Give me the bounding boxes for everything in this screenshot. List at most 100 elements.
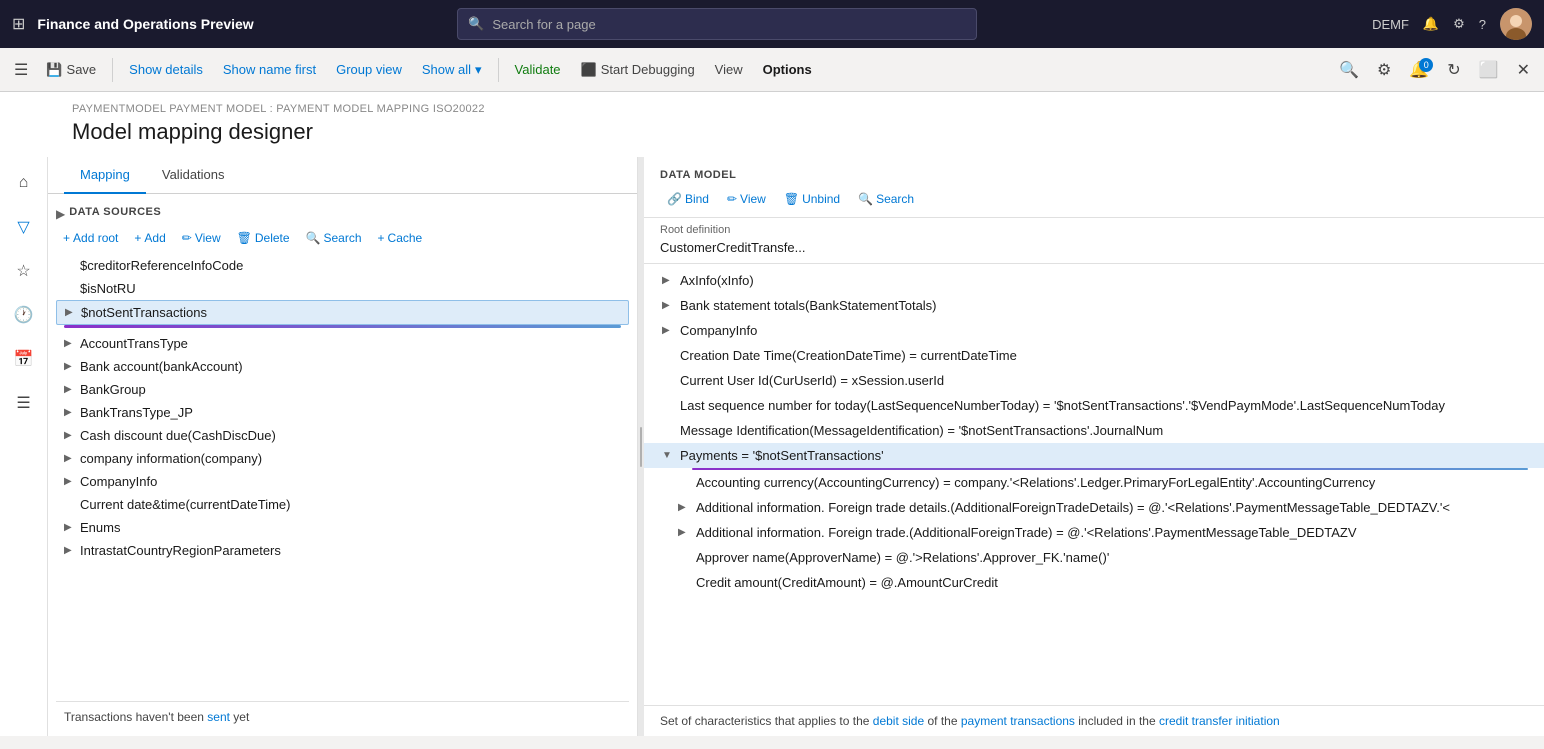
- tree-item-creditor[interactable]: $creditorReferenceInfoCode: [56, 254, 629, 277]
- breadcrumb-text: PAYMENTMODEL PAYMENT MODEL : PAYMENT MOD…: [72, 103, 485, 115]
- currentdatetime-text: Current date&time(currentDateTime): [80, 497, 621, 512]
- options-button[interactable]: Options: [755, 58, 820, 81]
- cache-button-ds[interactable]: + Cache: [371, 228, 430, 248]
- list-icon-btn[interactable]: ☰: [6, 385, 42, 421]
- view-label-dm: View: [740, 192, 766, 206]
- user-avatar[interactable]: [1500, 8, 1532, 40]
- ds-actions-bar: + Add root + Add ✏ View 🗑 Delete 🔍 S: [56, 226, 629, 254]
- debug-icon: ⬛: [581, 62, 597, 78]
- tab-validations[interactable]: Validations: [146, 157, 241, 194]
- show-name-first-button[interactable]: Show name first: [215, 58, 324, 81]
- clock-icon-btn[interactable]: 🕐: [6, 297, 42, 333]
- tree-item-notsent[interactable]: ▶ $notSentTransactions: [56, 300, 629, 325]
- show-all-button[interactable]: Show all ▾: [414, 58, 490, 82]
- group-view-button[interactable]: Group view: [328, 58, 410, 81]
- dm-actions-bar: 🔗 Bind ✏ View 🗑 Unbind 🔍 Search: [644, 185, 1544, 218]
- tree-item-bankgroup[interactable]: ▶ BankGroup: [56, 378, 629, 401]
- dm-item-creationdatetime[interactable]: Creation Date Time(CreationDateTime) = c…: [644, 343, 1544, 368]
- tabs-container: Mapping Validations: [48, 157, 637, 194]
- search-button[interactable]: 🔍: [1333, 56, 1365, 84]
- bell-icon[interactable]: 🔔: [1423, 16, 1439, 32]
- dm-item-payments[interactable]: ▼ Payments = '$notSentTransactions': [644, 443, 1544, 468]
- dm-section-title: DATA MODEL: [644, 157, 1544, 185]
- tab-mapping[interactable]: Mapping: [64, 157, 146, 194]
- dm-item-accountingcurrency[interactable]: Accounting currency(AccountingCurrency) …: [644, 470, 1544, 495]
- star-icon-btn[interactable]: ☆: [6, 253, 42, 289]
- lastseqnum-no-chevron: [662, 400, 676, 411]
- dm-item-creditamount[interactable]: Credit amount(CreditAmount) = @.AmountCu…: [644, 570, 1544, 595]
- payments-chevron: ▼: [662, 450, 676, 461]
- gear-icon[interactable]: ⚙: [1453, 16, 1465, 32]
- tree-item-isnotru[interactable]: $isNotRU: [56, 277, 629, 300]
- show-all-chevron: ▾: [475, 62, 482, 78]
- search-button-dm[interactable]: 🔍 Search: [851, 189, 921, 209]
- settings-icon-btn[interactable]: ⚙: [1371, 56, 1397, 84]
- notifications-icon-btn[interactable]: 🔔0: [1403, 56, 1435, 84]
- app-grid-icon[interactable]: ⊞: [12, 14, 25, 34]
- tree-item-banktranstype[interactable]: ▶ BankTransType_JP: [56, 401, 629, 424]
- toolbar: ☰ 💾 Save Show details Show name first Gr…: [0, 48, 1544, 92]
- view-button[interactable]: View: [707, 58, 751, 81]
- left-panel: Mapping Validations ▶ DATA SOURCES + Add…: [48, 157, 638, 736]
- tree-item-companyinfo2[interactable]: ▶ company information(company): [56, 447, 629, 470]
- show-details-button[interactable]: Show details: [121, 58, 211, 81]
- cache-label-ds: Cache: [388, 231, 423, 245]
- dm-status-text: Set of characteristics that applies to t…: [660, 714, 1280, 728]
- dm-item-axinfo[interactable]: ▶ AxInfo(xInfo): [644, 268, 1544, 293]
- delete-button-ds[interactable]: 🗑 Delete: [230, 228, 297, 248]
- tree-item-enums[interactable]: ▶ Enums: [56, 516, 629, 539]
- add-button[interactable]: + Add: [127, 228, 172, 248]
- divider-handle: [640, 427, 642, 467]
- tree-item-bankaccount[interactable]: ▶ Bank account(bankAccount): [56, 355, 629, 378]
- cache-icon-ds: +: [378, 231, 385, 245]
- calendar-icon-btn[interactable]: 📅: [6, 341, 42, 377]
- tree-item-currentdatetime[interactable]: Current date&time(currentDateTime): [56, 493, 629, 516]
- view-button-ds[interactable]: ✏ View: [175, 228, 228, 248]
- creditor-no-chevron: [64, 260, 80, 271]
- start-debugging-button[interactable]: ⬛ Start Debugging: [573, 58, 703, 82]
- addlfortrade-chevron: ▶: [678, 527, 692, 538]
- dm-item-addlfortradedetails[interactable]: ▶ Additional information. Foreign trade …: [644, 495, 1544, 520]
- hamburger-button[interactable]: ☰: [8, 56, 34, 84]
- view-icon-dm: ✏: [727, 192, 737, 206]
- dm-item-lastseqnum[interactable]: Last sequence number for today(LastSeque…: [644, 393, 1544, 418]
- bind-icon: 🔗: [667, 192, 682, 206]
- accountingcurrency-no-chevron: [678, 477, 692, 488]
- dm-item-bankstatement[interactable]: ▶ Bank statement totals(BankStatementTot…: [644, 293, 1544, 318]
- add-root-button[interactable]: + Add root: [56, 228, 125, 248]
- dm-item-msgid[interactable]: Message Identification(MessageIdentifica…: [644, 418, 1544, 443]
- unbind-button[interactable]: 🗑 Unbind: [777, 189, 847, 209]
- currentuserid-text: Current User Id(CurUserId) = xSession.us…: [680, 373, 944, 388]
- accountingcurrency-text: Accounting currency(AccountingCurrency) …: [696, 475, 1375, 490]
- expand-icon-btn[interactable]: ⬜: [1473, 56, 1505, 84]
- tree-item-intrastat[interactable]: ▶ IntrastatCountryRegionParameters: [56, 539, 629, 562]
- dm-item-addlfortrade[interactable]: ▶ Additional information. Foreign trade.…: [644, 520, 1544, 545]
- tree-item-acctranstype[interactable]: ▶ AccountTransType: [56, 332, 629, 355]
- tree-item-cashdiscount[interactable]: ▶ Cash discount due(CashDiscDue): [56, 424, 629, 447]
- help-icon[interactable]: ?: [1479, 17, 1486, 32]
- unbind-icon: 🗑: [784, 192, 799, 206]
- save-button[interactable]: 💾 Save: [38, 58, 104, 82]
- filter-icon-btn active[interactable]: ▽: [6, 209, 42, 245]
- validate-button[interactable]: Validate: [507, 58, 569, 81]
- dm-item-companyinfo[interactable]: ▶ CompanyInfo: [644, 318, 1544, 343]
- save-icon: 💾: [46, 62, 62, 78]
- bind-button[interactable]: 🔗 Bind: [660, 189, 716, 209]
- home-icon-btn[interactable]: ⌂: [6, 165, 42, 201]
- refresh-icon-btn[interactable]: ↻: [1441, 56, 1466, 84]
- close-icon-btn[interactable]: ✕: [1511, 56, 1536, 84]
- root-definition-value: CustomerCreditTransfe...: [644, 238, 1544, 264]
- dm-item-currentuserid[interactable]: Current User Id(CurUserId) = xSession.us…: [644, 368, 1544, 393]
- ds-expand-icon[interactable]: ▶: [56, 207, 65, 221]
- search-button-ds[interactable]: 🔍 Search: [299, 228, 369, 248]
- search-bar[interactable]: 🔍 Search for a page: [457, 8, 977, 40]
- side-icon-bar: ⌂ ▽ ☆ 🕐 📅 ☰: [0, 157, 48, 736]
- tree-item-companyinfo[interactable]: ▶ CompanyInfo: [56, 470, 629, 493]
- enums-chevron: ▶: [64, 522, 80, 533]
- view-button-dm[interactable]: ✏ View: [720, 189, 773, 209]
- axinfo-chevron: ▶: [662, 275, 676, 286]
- add-root-icon: +: [63, 231, 70, 245]
- dm-item-approvername[interactable]: Approver name(ApproverName) = @.'>Relati…: [644, 545, 1544, 570]
- add-icon: +: [134, 231, 141, 245]
- ds-tree: $creditorReferenceInfoCode $isNotRU ▶ $n…: [56, 254, 629, 701]
